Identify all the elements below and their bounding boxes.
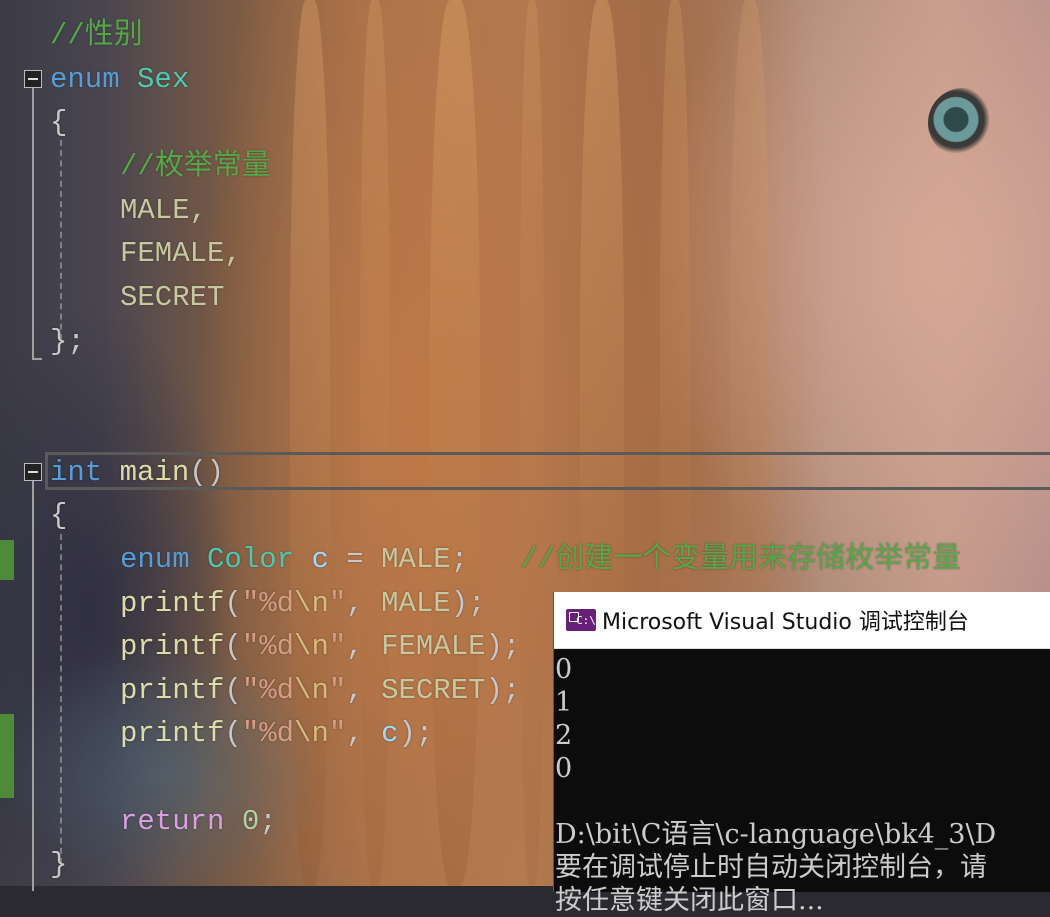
enum-name: Sex xyxy=(137,63,190,96)
semicolon: ; xyxy=(450,543,469,576)
indent-guide-main xyxy=(60,534,62,864)
paren: ); xyxy=(485,674,521,707)
paren: ( xyxy=(224,630,242,663)
brace: { xyxy=(50,106,68,139)
enum-member: MALE xyxy=(381,587,451,620)
indent-guide-enum xyxy=(60,140,62,340)
console-output-line: 要在调试停止时自动关闭控制台，请 xyxy=(555,852,987,883)
code-line-8: }; xyxy=(50,320,85,364)
comma: , xyxy=(346,630,382,663)
code-line-5: MALE, xyxy=(120,189,207,233)
enum-member: FEMALE, xyxy=(120,237,242,270)
format-spec: %d xyxy=(259,630,295,663)
console-titlebar[interactable]: C:\ Microsoft Visual Studio 调试控制台 xyxy=(554,592,1050,649)
paren: ); xyxy=(450,587,486,620)
escape-seq: \n xyxy=(294,630,329,663)
code-line-11: int main() xyxy=(50,451,224,495)
enum-member: MALE, xyxy=(120,194,208,227)
code-line-12: { xyxy=(50,494,67,538)
console-output-line: D:\bit\C语言\c-language\bk4_3\D xyxy=(555,819,997,850)
string-quote: " xyxy=(241,587,260,620)
keyword-enum: enum xyxy=(120,543,190,576)
function-call: printf xyxy=(120,630,225,663)
code-line-14: printf("%d\n", MALE); xyxy=(120,582,486,626)
code-line-15: printf("%d\n", FEMALE); xyxy=(120,625,520,669)
comma: , xyxy=(346,717,382,750)
code-line-2: enum Sex xyxy=(50,58,189,102)
code-line-3: { xyxy=(50,101,67,145)
comma: , xyxy=(346,674,382,707)
escape-seq: \n xyxy=(294,717,329,750)
paren: ( xyxy=(224,674,242,707)
operator: = xyxy=(328,543,382,576)
number-literal: 0 xyxy=(241,805,260,838)
comment-text: //性别 xyxy=(50,19,143,52)
console-output-line: 0 xyxy=(555,753,573,784)
console-output: 0120 D:\bit\C语言\c-language\bk4_3\D 要在调试停止… xyxy=(554,649,1050,917)
code-line-1: //性别 xyxy=(50,14,143,58)
type-name: Color xyxy=(207,543,295,576)
brace: } xyxy=(50,848,68,881)
comment-text: //枚举常量 xyxy=(120,150,271,183)
enum-member: FEMALE xyxy=(381,630,486,663)
console-title: Microsoft Visual Studio 调试控制台 xyxy=(602,610,969,635)
function-call: printf xyxy=(120,674,225,707)
paren: ); xyxy=(485,630,521,663)
debug-console-window[interactable]: C:\ Microsoft Visual Studio 调试控制台 0120 D… xyxy=(553,592,1050,916)
function-call: printf xyxy=(120,587,225,620)
string-quote: " xyxy=(241,630,260,663)
paren: ); xyxy=(398,717,434,750)
code-line-19: return 0; xyxy=(120,800,277,844)
code-line-13: enum Color c = MALE; //创建一个变量用来存储枚举常量 xyxy=(120,538,961,582)
format-spec: %d xyxy=(259,587,295,620)
console-output-line: 0 xyxy=(555,654,573,685)
variable: c xyxy=(381,717,399,750)
keyword-return: return xyxy=(120,805,225,838)
string-quote: " xyxy=(328,630,347,663)
console-output-line: 2 xyxy=(555,720,573,751)
vs-console-icon: C:\ xyxy=(566,609,596,631)
wallpaper-eye xyxy=(928,88,998,158)
escape-seq: \n xyxy=(294,674,329,707)
function-name: main xyxy=(119,456,190,489)
code-line-20: } xyxy=(50,843,67,887)
enum-member: MALE xyxy=(381,543,451,576)
code-editor[interactable]: //性别 enum Sex { //枚举常量 MALE, FEMALE, SEC… xyxy=(0,0,961,915)
string-quote: " xyxy=(241,674,260,707)
string-quote: " xyxy=(328,587,347,620)
string-quote: " xyxy=(328,717,347,750)
paren: ( xyxy=(224,717,242,750)
keyword-int: int xyxy=(50,456,103,489)
string-quote: " xyxy=(328,674,347,707)
console-output-line: 1 xyxy=(555,687,573,718)
icon-label: C:\ xyxy=(576,613,596,627)
parens: () xyxy=(189,456,225,489)
format-spec: %d xyxy=(259,674,295,707)
format-spec: %d xyxy=(259,717,295,750)
enum-member: SECRET xyxy=(381,674,486,707)
paren: ( xyxy=(224,587,242,620)
keyword-enum: enum xyxy=(50,63,120,96)
brace: { xyxy=(50,499,68,532)
string-quote: " xyxy=(241,717,260,750)
variable: c xyxy=(311,543,329,576)
function-call: printf xyxy=(120,717,225,750)
code-line-7: SECRET xyxy=(120,276,224,320)
semicolon: ; xyxy=(259,805,277,838)
console-output-line: 按任意键关闭此窗口... xyxy=(555,885,824,916)
code-line-6: FEMALE, xyxy=(120,232,242,276)
code-line-17: printf("%d\n", c); xyxy=(120,712,433,756)
brace: }; xyxy=(50,325,85,358)
code-line-4: //枚举常量 xyxy=(120,145,271,189)
comma: , xyxy=(346,587,382,620)
enum-member: SECRET xyxy=(120,281,225,314)
comment-text: //创建一个变量用来存储枚举常量 xyxy=(520,543,962,576)
code-line-16: printf("%d\n", SECRET); xyxy=(120,669,520,713)
escape-seq: \n xyxy=(294,587,329,620)
